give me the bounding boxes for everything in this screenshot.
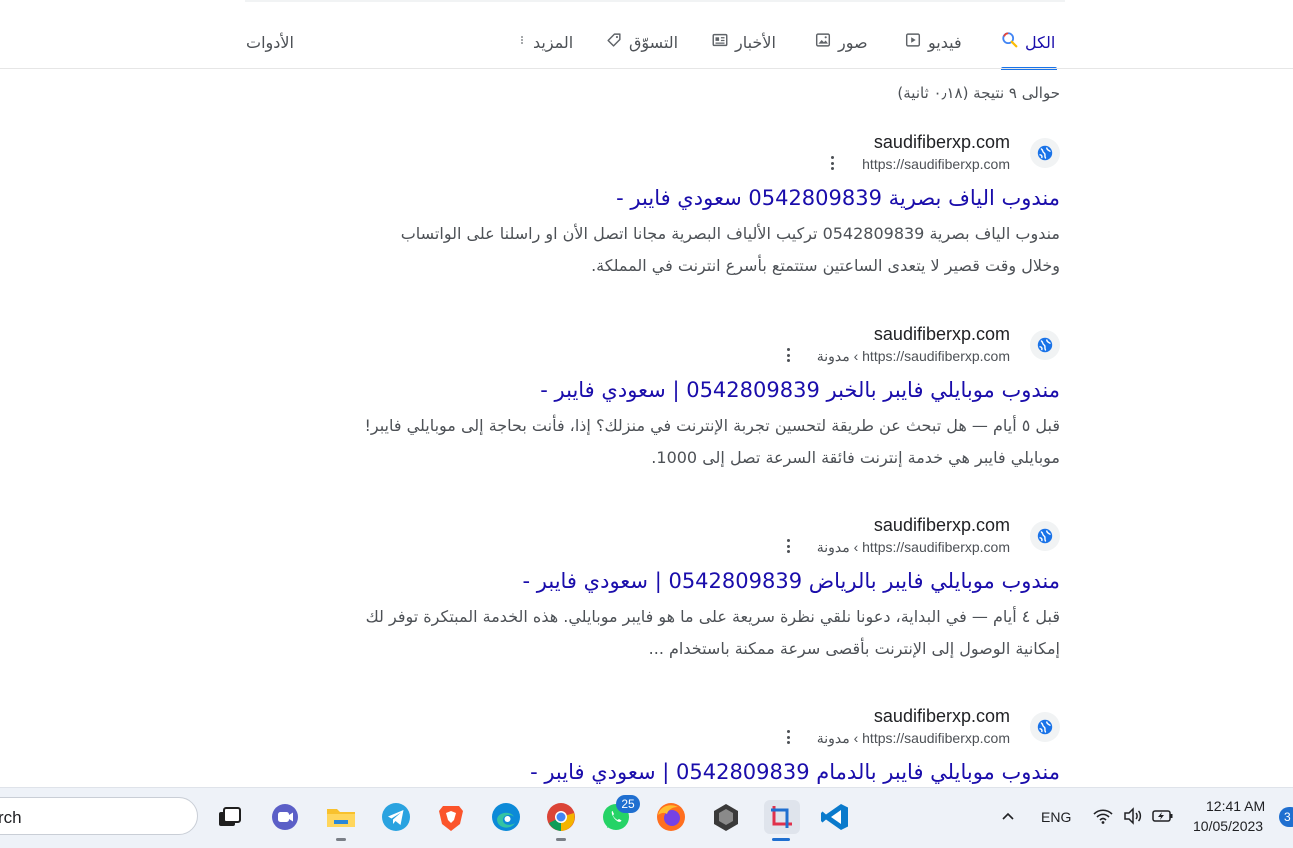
result-site-name: saudifiberxp.com	[873, 706, 1010, 726]
tab-images[interactable]: صور	[814, 28, 868, 56]
result-title-link[interactable]: مندوب موبايلي فايبر بالرياض 0542809839 |…	[320, 567, 1060, 595]
result-site-row[interactable]: saudifiberxp.com https://saudifiberxp.co…	[320, 515, 1060, 561]
more-vert-icon	[517, 31, 527, 53]
running-indicator	[556, 838, 566, 841]
result-site-row[interactable]: saudifiberxp.com https://saudifiberxp.co…	[320, 706, 1060, 752]
image-icon	[814, 31, 832, 53]
snipping-tool-icon[interactable]	[764, 800, 800, 834]
result-title-link[interactable]: مندوب موبايلي فايبر بالدمام 0542809839 |…	[320, 758, 1060, 786]
search-result: saudifiberxp.com https://saudifiberxp.co…	[320, 706, 1060, 786]
result-site-row[interactable]: saudifiberxp.com https://saudifiberxp.co…	[320, 132, 1060, 178]
more-options-icon[interactable]	[826, 154, 838, 172]
firefox-browser-icon[interactable]	[654, 800, 688, 834]
result-title-link[interactable]: مندوب موبايلي فايبر بالخبر 0542809839 | …	[320, 376, 1060, 404]
tab-all-label: الكل	[1025, 32, 1056, 52]
file-explorer-icon[interactable]	[324, 800, 358, 834]
news-icon	[711, 31, 729, 53]
globe-icon	[1030, 330, 1060, 360]
result-url: https://saudifiberxp.com	[862, 156, 1010, 172]
whatsapp-unread-badge: 25	[616, 795, 640, 813]
taskbar-search-input[interactable]	[0, 797, 198, 835]
volume-icon[interactable]	[1122, 806, 1144, 830]
tab-more-label: المزيد	[533, 32, 574, 52]
tools-label: الأدوات	[246, 32, 294, 52]
more-options-icon[interactable]	[782, 728, 794, 746]
nav-divider	[0, 68, 1293, 69]
tab-videos-label: فيديو	[928, 32, 962, 52]
battery-charging-icon[interactable]	[1151, 806, 1175, 830]
tab-shopping-label: التسوّق	[629, 32, 679, 52]
edge-browser-icon[interactable]	[489, 800, 523, 834]
telegram-icon[interactable]	[379, 800, 413, 834]
task-view-icon[interactable]	[213, 800, 247, 834]
result-stats: حوالى ٩ نتيجة (٠٫١٨ ثانية)	[897, 84, 1060, 102]
more-options-icon[interactable]	[782, 346, 794, 364]
active-window-indicator	[772, 838, 790, 841]
tab-shopping[interactable]: التسوّق	[605, 28, 678, 56]
search-result: saudifiberxp.com https://saudifiberxp.co…	[320, 324, 1060, 474]
more-options-icon[interactable]	[782, 537, 794, 555]
vscode-icon[interactable]	[818, 800, 852, 834]
result-url: https://saudifiberxp.com › مدونة	[816, 730, 1010, 746]
globe-icon	[1030, 712, 1060, 742]
taskbar-search-text: rch	[0, 808, 22, 827]
chrome-browser-icon[interactable]	[544, 800, 578, 834]
snippet-line: وخلال وقت قصير لا يتعدى الساعتين ستتمتع …	[591, 256, 1060, 275]
result-site-row[interactable]: saudifiberxp.com https://saudifiberxp.co…	[320, 324, 1060, 370]
unity-hub-icon[interactable]	[709, 800, 743, 834]
teams-chat-icon[interactable]	[268, 800, 302, 834]
result-snippet: قبل ٥ أيام — هل تبحث عن طريقة لتحسين تجر…	[320, 410, 1060, 474]
input-language-indicator[interactable]: ENG	[1041, 809, 1071, 825]
result-url: https://saudifiberxp.com › مدونة	[816, 348, 1010, 364]
tools-button[interactable]: الأدوات	[246, 28, 294, 56]
video-icon	[904, 31, 922, 53]
snippet-line: قبل ٥ أيام — هل تبحث عن طريقة لتحسين تجر…	[364, 416, 1060, 435]
search-result: saudifiberxp.com https://saudifiberxp.co…	[320, 132, 1060, 282]
tab-news[interactable]: الأخبار	[711, 28, 776, 56]
snippet-line: مندوب الياف بصرية 0542809839 تركيب الألي…	[400, 224, 1060, 243]
result-title-link[interactable]: مندوب الياف بصرية 0542809839 سعودي فايبر…	[320, 184, 1060, 212]
brave-browser-icon[interactable]	[434, 800, 468, 834]
tab-more[interactable]: المزيد	[517, 28, 573, 56]
result-url: https://saudifiberxp.com › مدونة	[816, 539, 1010, 555]
globe-icon	[1030, 138, 1060, 168]
search-result: saudifiberxp.com https://saudifiberxp.co…	[320, 515, 1060, 665]
result-site-name: saudifiberxp.com	[873, 132, 1010, 152]
tab-news-label: الأخبار	[735, 32, 776, 52]
search-icon	[1001, 31, 1019, 53]
tag-icon	[605, 31, 623, 53]
tab-images-label: صور	[838, 32, 868, 52]
clock-date[interactable]: 10/05/2023	[1193, 818, 1263, 834]
snippet-line: قبل ٤ أيام — في البداية، دعونا نلقي نظرة…	[365, 607, 1060, 626]
globe-icon	[1030, 521, 1060, 551]
notification-count-badge[interactable]: 3	[1279, 807, 1293, 827]
result-site-name: saudifiberxp.com	[873, 515, 1010, 535]
running-indicator	[336, 838, 346, 841]
clock-time[interactable]: 12:41 AM	[1206, 798, 1265, 814]
tab-all[interactable]: الكل	[1001, 28, 1055, 56]
snippet-line: موبايلي فايبر هي خدمة إنترنت فائقة السرع…	[651, 448, 1060, 467]
tab-videos[interactable]: فيديو	[904, 28, 962, 56]
show-hidden-icons-chevron-icon[interactable]	[1000, 808, 1016, 828]
result-site-name: saudifiberxp.com	[873, 324, 1010, 344]
wifi-icon[interactable]	[1092, 806, 1114, 830]
result-snippet: مندوب الياف بصرية 0542809839 تركيب الألي…	[320, 218, 1060, 282]
result-snippet: قبل ٤ أيام — في البداية، دعونا نلقي نظرة…	[320, 601, 1060, 665]
top-strip	[245, 0, 1065, 2]
snippet-line: إمكانية الوصول إلى الإنترنت بأقصى سرعة م…	[648, 639, 1060, 658]
